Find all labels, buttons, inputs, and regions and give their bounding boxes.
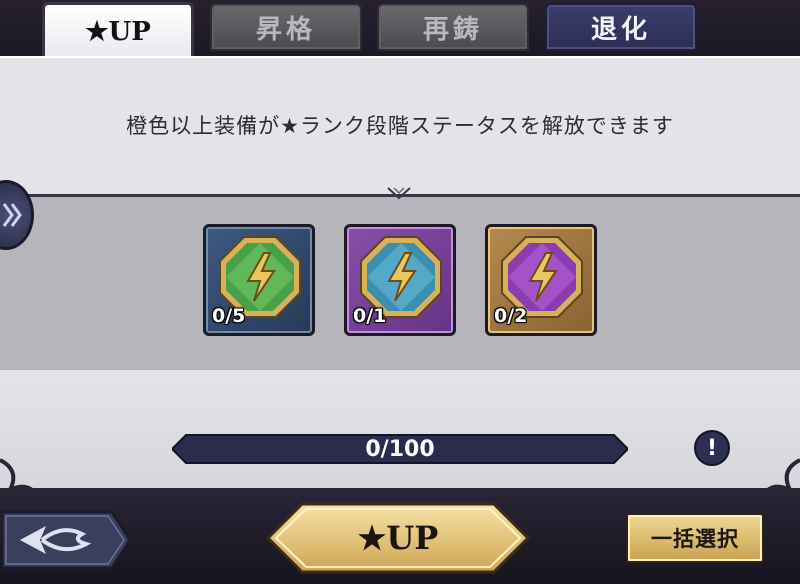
info-button[interactable]: ! xyxy=(694,430,730,466)
material-count: 0/2 xyxy=(494,305,528,327)
back-button[interactable] xyxy=(2,504,134,576)
tab-degrade[interactable]: 退化 xyxy=(545,3,697,51)
divider-ornament-icon xyxy=(387,187,411,200)
tab-promotion[interactable]: 昇格 xyxy=(210,3,362,51)
material-slot-green[interactable]: 0/5 xyxy=(203,224,315,336)
description-text: 橙色以上装備が★ランク段階ステータスを解放できます xyxy=(126,114,674,138)
progress-panel xyxy=(0,370,800,488)
tab-recast[interactable]: 再鋳 xyxy=(377,3,529,51)
tab-star-up[interactable]: ★UP xyxy=(42,2,194,58)
material-count: 0/1 xyxy=(353,305,387,327)
progress-text: 0/100 xyxy=(365,436,435,462)
material-count: 0/5 xyxy=(212,305,246,327)
batch-select-button[interactable]: 一括選択 xyxy=(626,513,764,563)
double-chevron-right-icon xyxy=(2,203,22,227)
star-up-button[interactable]: ★UP xyxy=(266,500,530,576)
material-slot-purple[interactable]: 0/2 xyxy=(485,224,597,336)
material-slot-blue[interactable]: 0/1 xyxy=(344,224,456,336)
